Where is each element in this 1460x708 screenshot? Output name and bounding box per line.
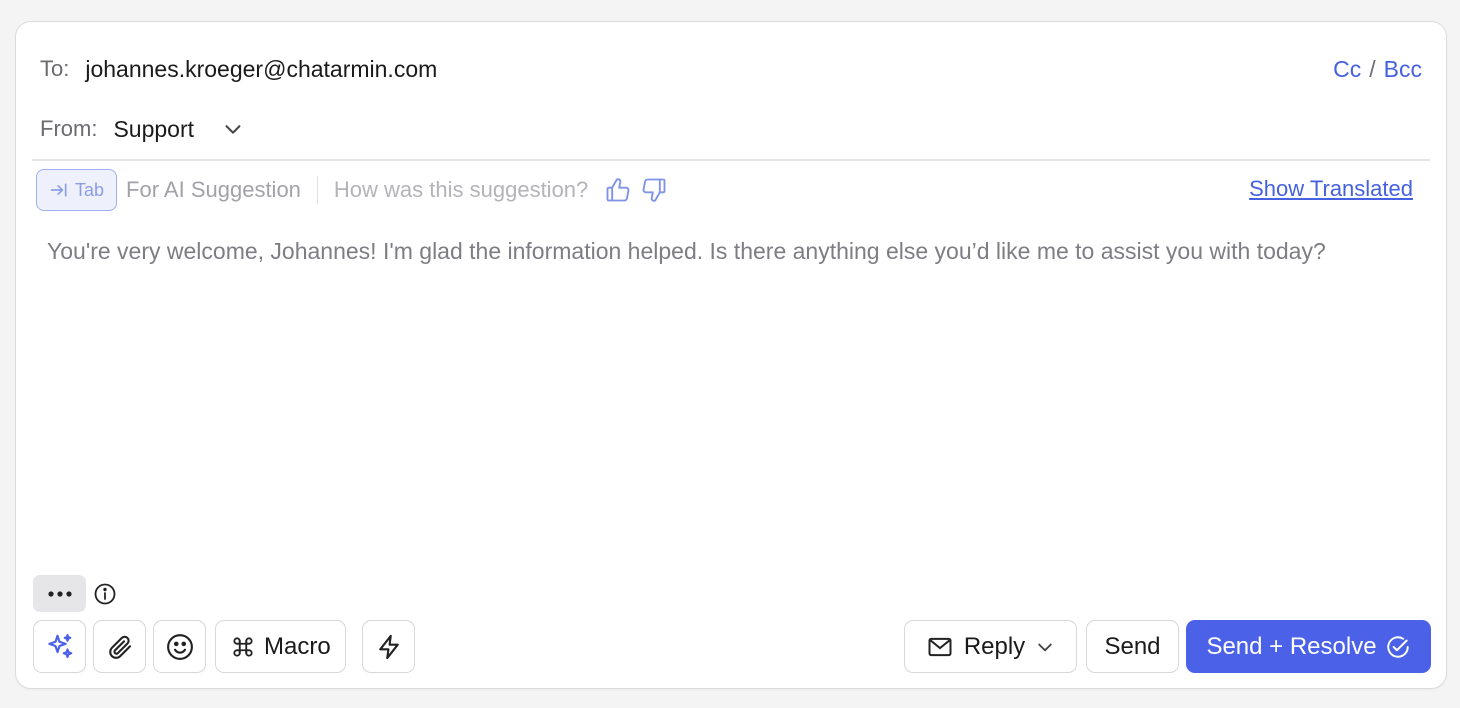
ellipsis-icon (47, 590, 73, 598)
ai-bar-separator (316, 176, 318, 204)
chevron-down-icon (1035, 637, 1055, 657)
show-translated-link[interactable]: Show Translated (1249, 176, 1413, 202)
to-row: To: johannes.kroeger@chatarmin.com (40, 54, 437, 84)
paperclip-icon (106, 633, 134, 661)
bcc-link[interactable]: Bcc (1384, 56, 1422, 83)
to-label: To: (40, 56, 70, 81)
mail-icon (926, 633, 954, 661)
ai-suggestion-bar: Tab For AI Suggestion How was this sugge… (36, 169, 668, 211)
reply-composer: To: johannes.kroeger@chatarmin.com Cc / … (15, 21, 1447, 689)
check-circle-icon (1385, 634, 1411, 660)
macro-button[interactable]: Macro (215, 620, 346, 673)
from-value: Support (113, 115, 195, 142)
command-icon (230, 634, 256, 660)
info-icon[interactable] (93, 582, 117, 606)
quick-action-button[interactable] (362, 620, 415, 673)
lightning-icon (375, 633, 403, 661)
reply-label: Reply (963, 632, 1026, 660)
to-recipient[interactable]: johannes.kroeger@chatarmin.com (85, 56, 437, 83)
cc-bcc-separator: / (1369, 55, 1376, 82)
ai-suggestion-text[interactable]: You're very welcome, Johannes! I'm glad … (47, 229, 1407, 273)
thumbs-down-icon[interactable] (640, 176, 668, 204)
thumbs-up-icon[interactable] (604, 176, 632, 204)
attach-button[interactable] (93, 620, 146, 673)
macro-label: Macro (264, 632, 331, 660)
chevron-down-icon (222, 118, 244, 140)
feedback-question: How was this suggestion? (333, 177, 589, 202)
header-divider (32, 159, 1430, 161)
send-button[interactable]: Send (1086, 620, 1179, 673)
sparkles-icon (45, 632, 75, 662)
from-label: From: (40, 116, 98, 141)
tab-arrow-icon (49, 180, 69, 200)
cc-bcc-toggle: Cc / Bcc (1333, 54, 1422, 84)
cc-link[interactable]: Cc (1333, 56, 1361, 83)
ai-assist-button[interactable] (33, 620, 86, 673)
smiley-icon (165, 632, 195, 662)
emoji-button[interactable] (153, 620, 206, 673)
ai-hint-text: For AI Suggestion (126, 177, 301, 202)
tab-key-label: Tab (75, 179, 105, 200)
from-select[interactable]: Support (113, 116, 244, 143)
reply-mode-select[interactable]: Reply (904, 620, 1077, 673)
send-label: Send (1104, 632, 1161, 660)
send-resolve-label: Send + Resolve (1206, 632, 1377, 660)
from-row: From: Support (40, 114, 244, 144)
more-options-button[interactable] (33, 575, 86, 612)
send-and-resolve-button[interactable]: Send + Resolve (1186, 620, 1431, 673)
tab-key-hint[interactable]: Tab (36, 169, 118, 211)
